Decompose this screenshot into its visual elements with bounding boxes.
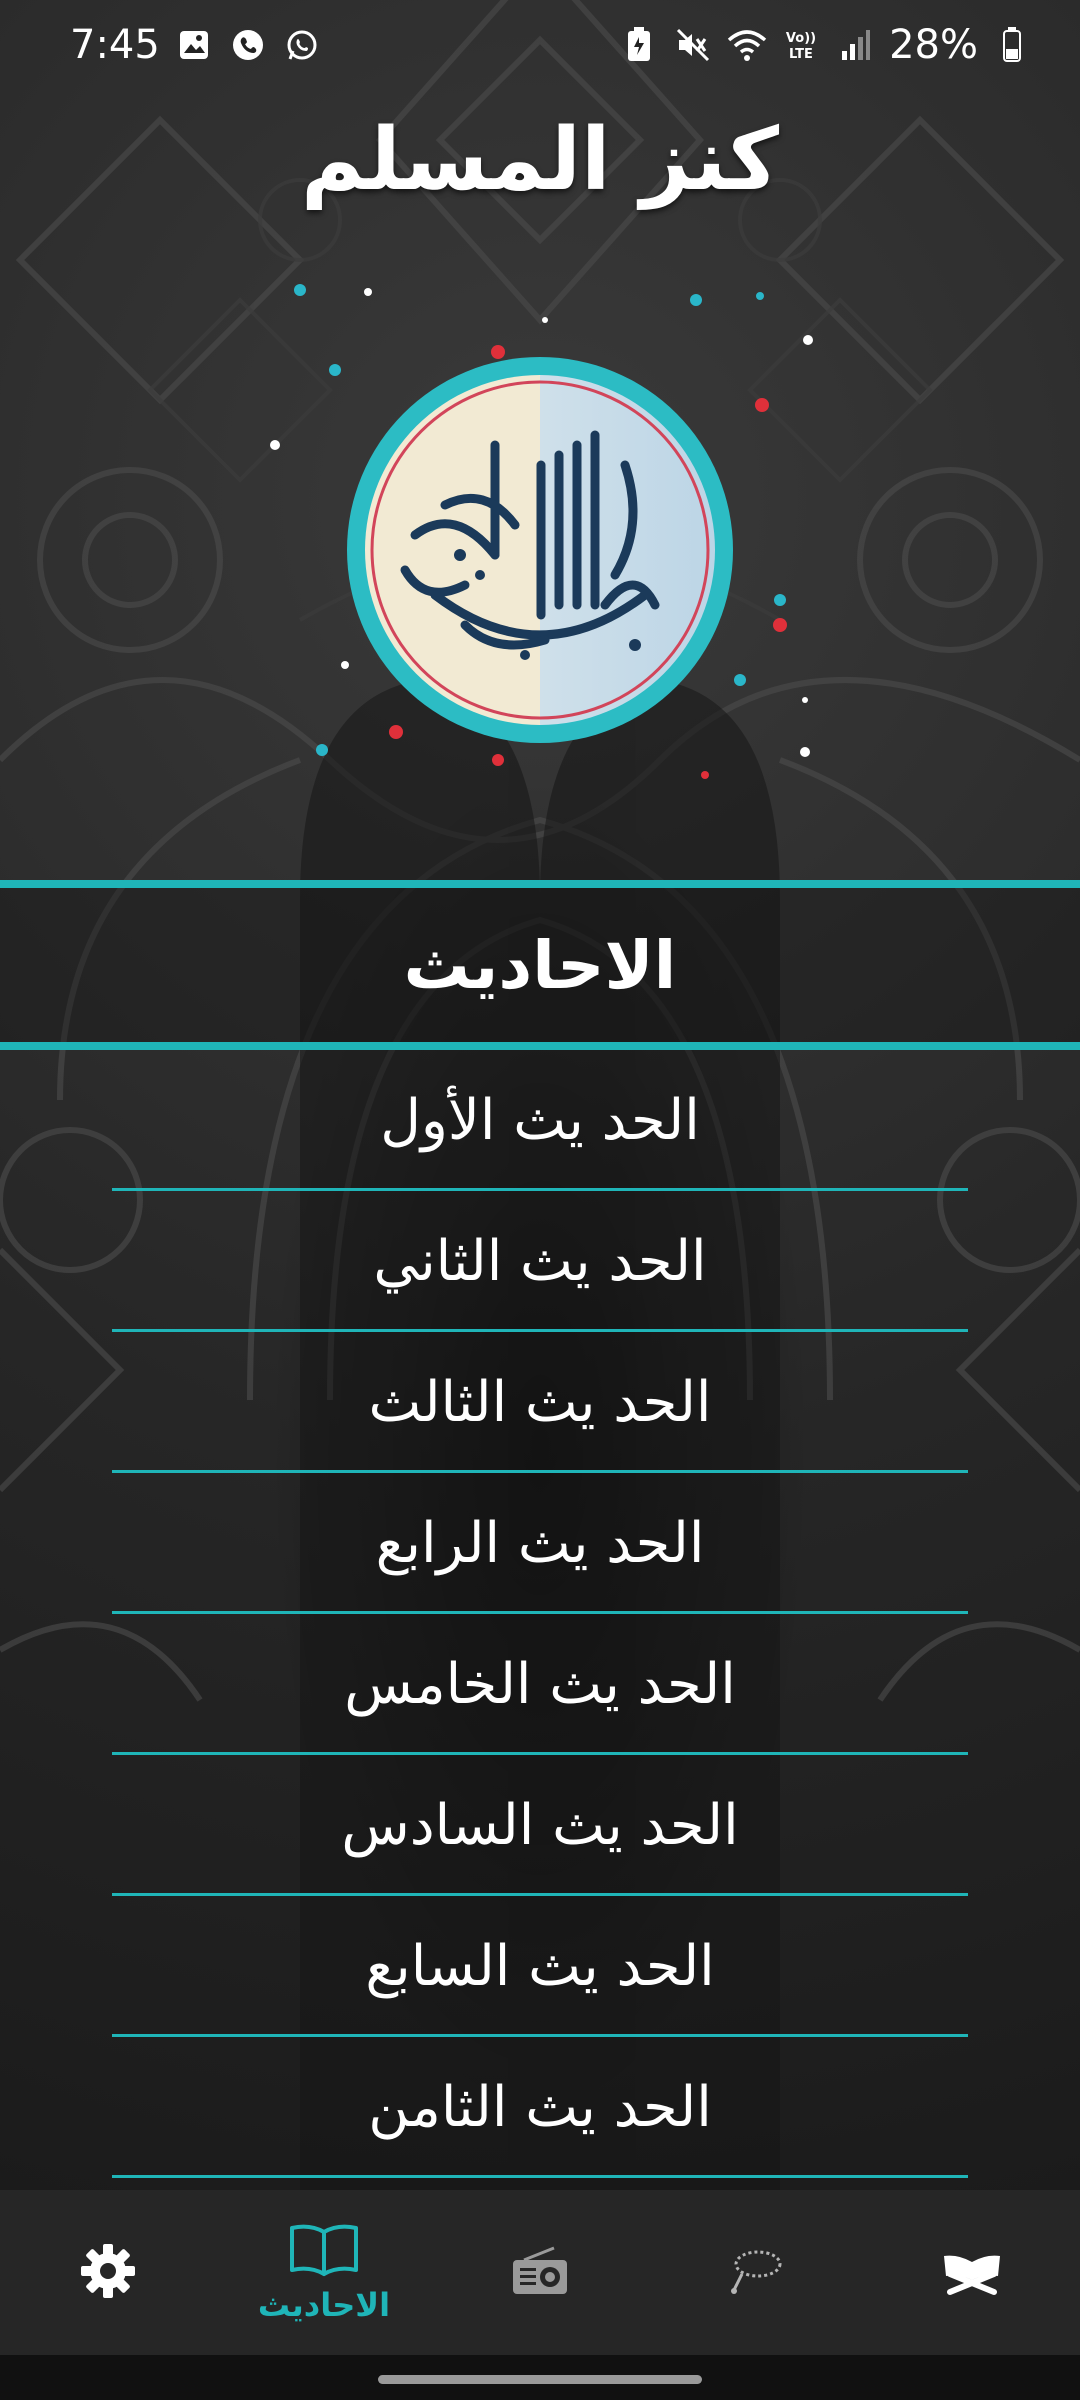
quran-icon: [940, 2246, 1004, 2300]
hadith-item-7[interactable]: الحد يث السابع: [0, 1896, 1080, 2037]
svg-text:Vo)): Vo)): [786, 31, 816, 46]
hadith-item-6[interactable]: الحد يث السادس: [0, 1755, 1080, 1896]
hadith-item-5[interactable]: الحد يث الخامس: [0, 1614, 1080, 1755]
signal-icon: [835, 25, 875, 65]
battery-percentage: 28%: [889, 22, 978, 68]
wifi-icon: [727, 25, 767, 65]
hadith-label: الحد يث الثامن: [368, 2075, 712, 2140]
hadith-label: الحد يث الخامس: [344, 1652, 736, 1717]
nav-radio[interactable]: [432, 2190, 648, 2355]
section-title: الاحاديث: [403, 926, 677, 1004]
app-title: كنز المسلم: [300, 110, 780, 210]
battery-saver-icon: [619, 25, 659, 65]
status-bar: 7:45 Vo)) LTE 28%: [0, 0, 1080, 90]
bismillah-emblem: [345, 355, 735, 745]
hadith-label: الحد يث الثاني: [373, 1229, 707, 1294]
hadith-item-3[interactable]: الحد يث الثالث: [0, 1332, 1080, 1473]
prayer-beads-icon: [726, 2246, 786, 2300]
mute-icon: [673, 25, 713, 65]
hadith-label: الحد يث السابع: [365, 1934, 715, 1999]
whatsapp-icon: [282, 25, 322, 65]
hadith-item-8[interactable]: الحد يث الثامن: [0, 2037, 1080, 2178]
battery-icon: [992, 25, 1032, 65]
hadith-label: الحد يث الثالث: [368, 1370, 712, 1435]
hadith-label: الحد يث السادس: [341, 1793, 739, 1858]
nav-quran[interactable]: [864, 2190, 1080, 2355]
section-header: الاحاديث: [0, 880, 1080, 1050]
hadith-item-4[interactable]: الحد يث الرابع: [0, 1473, 1080, 1614]
hadith-label: الحد يث الرابع: [375, 1511, 705, 1576]
nav-settings[interactable]: [0, 2190, 216, 2355]
viber-icon: [228, 25, 268, 65]
status-time: 7:45: [70, 22, 160, 68]
volte-icon: Vo)) LTE: [781, 25, 821, 65]
hadith-item-2[interactable]: الحد يث الثاني: [0, 1191, 1080, 1332]
bottom-navigation: الاحاديث: [0, 2190, 1080, 2355]
nav-tasbih[interactable]: [648, 2190, 864, 2355]
hadith-list: الحد يث الأول الحد يث الثاني الحد يث الث…: [0, 1050, 1080, 2178]
hadith-item-1[interactable]: الحد يث الأول: [0, 1050, 1080, 1191]
svg-text:LTE: LTE: [789, 47, 813, 62]
gallery-icon: [174, 25, 214, 65]
book-icon: [288, 2222, 360, 2282]
nav-hadiths-label: الاحاديث: [257, 2285, 391, 2324]
nav-hadiths[interactable]: الاحاديث: [216, 2190, 432, 2355]
gear-icon: [78, 2241, 138, 2305]
hadith-label: الحد يث الأول: [380, 1088, 700, 1153]
home-gesture-bar[interactable]: [378, 2375, 702, 2384]
radio-icon: [510, 2246, 570, 2300]
